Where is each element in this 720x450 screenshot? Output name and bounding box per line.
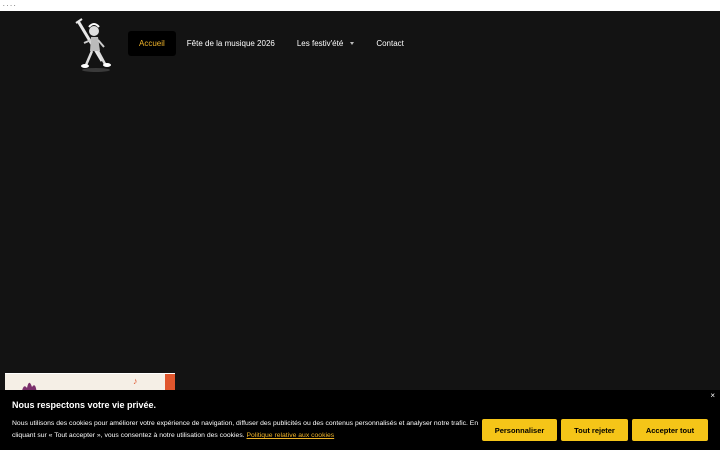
cookie-banner: × Nous respectons votre vie privée. Nous… bbox=[0, 390, 720, 450]
nav-item-fete-de-la-musique[interactable]: Fête de la musique 2026 bbox=[176, 31, 286, 56]
cookie-banner-description: Nous utilisons des cookies pour améliore… bbox=[12, 420, 479, 439]
nav-item-label: Les festiv'été bbox=[296, 39, 344, 48]
nav-item-label: Accueil bbox=[139, 39, 165, 48]
nav-item-label: Fête de la musique 2026 bbox=[186, 39, 275, 48]
main-nav: Accueil Fête de la musique 2026 Les fest… bbox=[128, 31, 415, 56]
bassoonist-illustration-icon[interactable] bbox=[72, 17, 116, 73]
reject-all-button[interactable]: Tout rejeter bbox=[561, 419, 628, 441]
customize-button[interactable]: Personnaliser bbox=[482, 419, 557, 441]
nav-item-label: Contact bbox=[376, 39, 404, 48]
nav-item-festivete[interactable]: Les festiv'été bbox=[286, 31, 365, 56]
cookie-banner-text: Nous utilisons des cookies pour améliore… bbox=[12, 418, 482, 442]
chevron-down-icon bbox=[350, 42, 355, 45]
nav-item-contact[interactable]: Contact bbox=[365, 31, 415, 56]
top-strip: .... bbox=[0, 0, 720, 11]
cookie-banner-title: Nous respectons votre vie privée. bbox=[12, 400, 157, 410]
cookie-policy-link[interactable]: Politique relative aux cookies bbox=[247, 432, 335, 439]
accept-all-button[interactable]: Accepter tout bbox=[632, 419, 708, 441]
top-strip-dots: .... bbox=[2, 1, 17, 8]
close-icon[interactable]: × bbox=[710, 392, 715, 400]
music-note-icon: ♪ bbox=[133, 376, 138, 386]
site-header: Accueil Fête de la musique 2026 Les fest… bbox=[0, 11, 720, 75]
nav-item-accueil[interactable]: Accueil bbox=[128, 31, 176, 56]
